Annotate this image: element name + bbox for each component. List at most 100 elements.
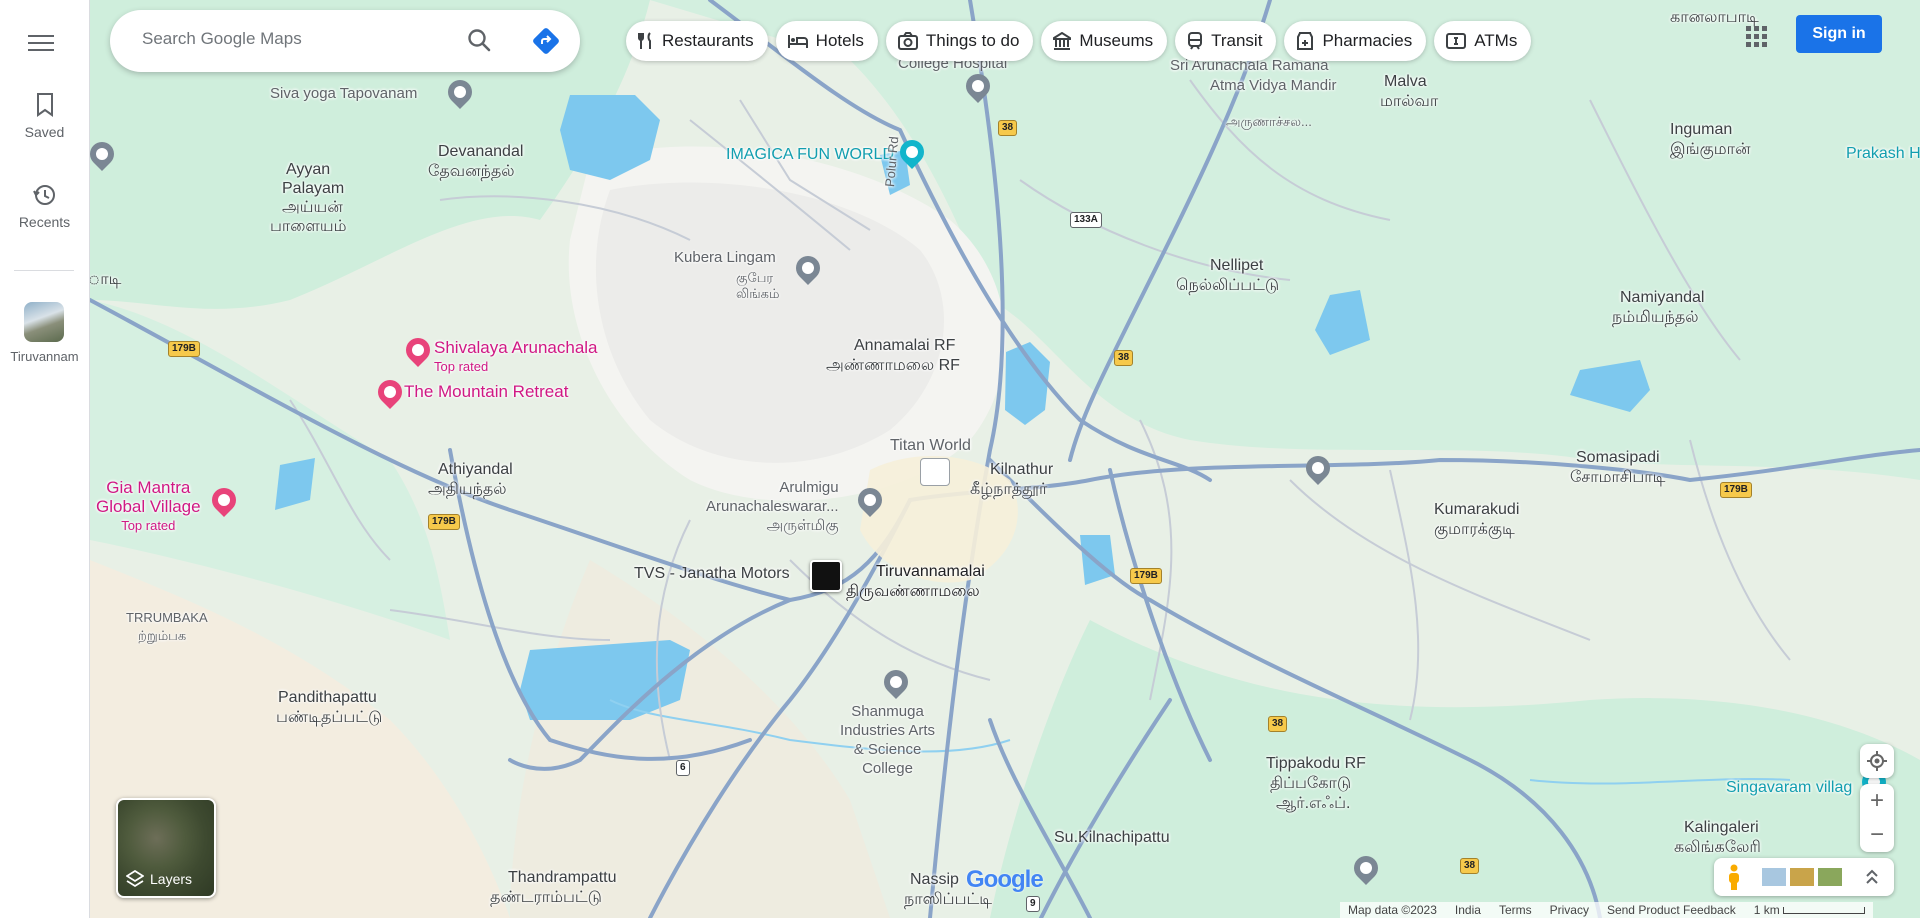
chip-museums-label: Museums [1079,31,1154,50]
nassip-label: Nassip [910,871,959,888]
chip-museums[interactable]: Museums [1041,21,1168,61]
pandithapattu-label: Pandithapattu [278,689,377,706]
somasipadi-tamil-label: சோமாசிபாடி [1570,469,1666,486]
tvs-motors-marker[interactable] [810,560,842,592]
palayam-tamil-label: பாளையம் [270,218,347,235]
layers-button[interactable]: Layers [116,798,216,898]
expand-up-icon[interactable] [1864,868,1880,886]
adi-fragment-label: ாடி [88,271,122,288]
shivalaya-label[interactable]: Shivalaya Arunachala Top rated [434,338,598,376]
kumarakudi-label: Kumarakudi [1434,501,1520,518]
kubera-lingam-label[interactable]: Kubera Lingam [674,248,776,267]
rail-divider [14,270,74,271]
tvs-motors-label[interactable]: TVS - Janatha Motors [634,564,790,583]
country-link[interactable]: India [1455,903,1481,917]
devanandal-label: Devanandal [438,143,524,160]
my-location-button[interactable] [1860,744,1894,778]
imagica-label[interactable]: IMAGICA FUN WORLD [726,145,894,164]
feedback-link[interactable]: Send Product Feedback [1607,903,1736,917]
singavaram-label[interactable]: Singavaram villag [1726,778,1852,797]
chip-things-to-do[interactable]: Things to do [885,21,1034,61]
map-canvas[interactable]: 38 133A 38 179B 179B 179B 179B 38 38 6 9… [85,0,1920,918]
google-apps-icon[interactable] [1746,26,1768,53]
ganalapadi-label: கானலாபாடி [1670,9,1759,26]
gia-mantra-name-2: Global Village [96,497,201,516]
gia-mantra-name-1: Gia Mantra [106,478,191,497]
zoom-out-button[interactable]: − [1860,818,1894,852]
pandithapattu-tamil-label: பண்டிதப்பட்டு [276,709,383,726]
malva-tamil-label: மால்வா [1380,93,1439,110]
search-icon[interactable] [466,27,492,58]
recents-button[interactable]: Recents [0,182,89,230]
imagery-thumb-2[interactable] [1790,868,1814,886]
route-shield-38: 38 [1268,716,1288,732]
google-logo: Google [966,866,1044,893]
siva-yoga-label[interactable]: Siva yoga Tapovanam [270,84,417,103]
route-shield-38: 38 [1460,858,1480,874]
route-shield-179b: 179B [1130,568,1162,584]
ayyan-label: Ayyan [286,161,331,178]
malva-label: Malva [1384,73,1427,90]
scale-bar[interactable]: 1 km [1754,903,1866,917]
mountain-retreat-label[interactable]: The Mountain Retreat [404,382,568,401]
route-shield-179b: 179B [168,341,200,357]
chip-restaurants-label: Restaurants [662,31,754,50]
street-view-bar [1714,858,1894,896]
route-shield-9: 9 [1026,896,1040,912]
imagery-thumb-1[interactable] [1762,868,1786,886]
shanmuga-label[interactable]: Shanmuga Industries Arts & Science Colle… [840,702,935,778]
privacy-link[interactable]: Privacy [1550,903,1589,917]
search-box [110,10,580,72]
arunachaleswarar-label[interactable]: Arulmigu Arunachaleswarar... அருள்மிகு [706,478,839,535]
route-shield-6: 6 [676,760,690,776]
directions-icon[interactable] [532,27,560,60]
route-shield-38: 38 [1114,350,1134,366]
route-shield-179b: 179B [428,514,460,530]
inguman-label: Inguman [1670,121,1733,138]
fork-knife-icon [638,32,651,49]
annamalai-rf-tamil-label: அண்ணாமலை RF [826,357,960,374]
namiyandal-tamil-label: நம்மியந்தல் [1612,309,1699,326]
zoom-in-button[interactable]: + [1860,784,1894,818]
chip-transit[interactable]: Transit [1175,21,1277,61]
nellipet-tamil-label: நெல்லிப்பட்டு [1176,277,1280,294]
sign-in-button[interactable]: Sign in [1796,15,1882,53]
titan-world-label[interactable]: Titan World [890,436,971,455]
gia-mantra-label[interactable]: Gia Mantra Global Village Top rated [96,478,201,535]
menu-icon[interactable] [28,30,54,52]
chip-restaurants[interactable]: Restaurants [626,21,768,61]
recents-label: Recents [18,214,71,230]
nellipet-label: Nellipet [1210,257,1264,274]
search-input[interactable] [140,28,444,50]
ayyan-tamil-label: அய்யன் [282,199,343,216]
layers-label: Layers [150,871,193,887]
route-shield-179b: 179B [1720,482,1752,498]
thandrampattu-label: Thandrampattu [508,869,617,886]
kubera-tamil-label-2: லிங்கம் [736,286,780,301]
prakash-label[interactable]: Prakash H [1846,144,1920,163]
camera-icon [897,32,918,50]
imagery-thumb-3[interactable] [1818,868,1842,886]
somasipadi-label: Somasipadi [1576,449,1660,466]
gia-mantra-rating: Top rated [121,518,176,533]
layers-icon [126,870,144,888]
arunachala-tamil-label: அருணாச்சல... [1226,114,1312,129]
chip-atms[interactable]: ATMs [1434,21,1532,61]
saved-button[interactable]: Saved [0,92,89,140]
chip-pharmacies[interactable]: Pharmacies [1284,21,1427,61]
shanmuga-line-1: Shanmuga [851,703,924,720]
pegman-icon[interactable] [1726,864,1742,890]
terms-link[interactable]: Terms [1499,903,1532,917]
titan-world-marker[interactable] [920,458,950,486]
annamalai-rf-label: Annamalai RF [854,337,956,354]
atma-vidya-label[interactable]: Atma Vidya Mandir [1210,76,1336,95]
shanmuga-line-4: College [862,760,913,777]
atm-icon [1446,33,1467,49]
left-rail: Saved Recents Tiruvannam [0,0,90,918]
kalingaleri-tamil-label: கலிங்கலேரி [1674,839,1761,856]
chip-hotels[interactable]: Hotels [775,21,878,61]
pharmacy-icon [1297,32,1314,50]
recent-place-thumbnail[interactable] [24,302,64,342]
recent-place-label[interactable]: Tiruvannam [0,349,89,364]
route-shield-38: 38 [998,120,1018,136]
